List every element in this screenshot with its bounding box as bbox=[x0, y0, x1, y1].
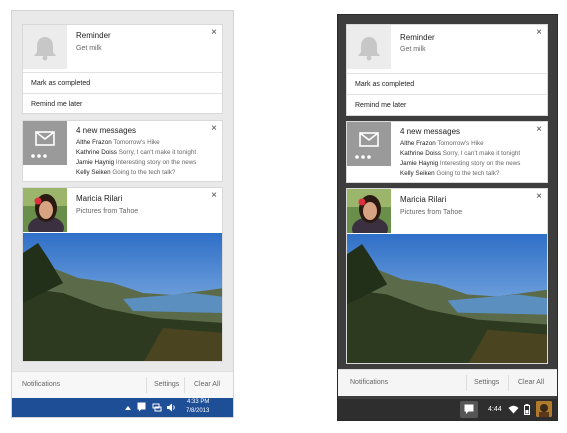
settings-button[interactable]: Settings bbox=[154, 381, 179, 388]
settings-button[interactable]: Settings bbox=[474, 379, 499, 386]
notification-stack: Reminder Get milk × Mark as completed Re… bbox=[338, 15, 557, 420]
notification-bubble-icon bbox=[464, 404, 474, 414]
message-line: Althe Frazon Tomorrow's Hike bbox=[400, 140, 484, 147]
remind-later-button[interactable]: Remind me later bbox=[23, 93, 222, 114]
close-icon[interactable]: × bbox=[211, 27, 217, 38]
message-center-button[interactable] bbox=[460, 401, 478, 418]
divider bbox=[466, 375, 467, 391]
landscape-photo[interactable] bbox=[23, 233, 222, 361]
message-line: Kathrine Doiss Sorry, I can't make it to… bbox=[400, 150, 521, 157]
windows-taskbar: 4:33 PM 7/8/2013 bbox=[12, 398, 233, 417]
photo-notification[interactable]: Maricia Rilari Pictures from Tahoe × bbox=[22, 187, 223, 362]
clear-all-button[interactable]: Clear All bbox=[194, 381, 220, 388]
bell-icon bbox=[23, 25, 67, 69]
photo-body: Pictures from Tahoe bbox=[400, 209, 463, 216]
volume-icon[interactable] bbox=[166, 403, 176, 412]
taskbar-time[interactable]: 4:33 PM bbox=[187, 399, 209, 405]
mark-completed-button[interactable]: Mark as completed bbox=[347, 73, 547, 94]
notification-center-icon[interactable] bbox=[137, 402, 146, 412]
chevron-up-icon[interactable] bbox=[124, 404, 132, 411]
close-icon[interactable]: × bbox=[211, 190, 217, 201]
close-icon[interactable]: × bbox=[536, 191, 542, 202]
landscape-photo[interactable] bbox=[347, 234, 547, 363]
reminder-body: Get milk bbox=[76, 45, 102, 52]
divider bbox=[184, 377, 185, 393]
messages-notification[interactable]: 4 new messages × Althe Frazon Tomorrow's… bbox=[22, 120, 223, 182]
messages-title: 4 new messages bbox=[76, 126, 137, 135]
message-line: Althe Frazon Tomorrow's Hike bbox=[76, 139, 160, 146]
user-avatar-icon[interactable] bbox=[536, 401, 552, 417]
chromeos-shelf: 4:44 bbox=[338, 399, 557, 420]
shelf-time[interactable]: 4:44 bbox=[488, 406, 502, 413]
message-line: Jamie Haynig Interesting story on the ne… bbox=[76, 159, 197, 166]
mark-completed-button[interactable]: Mark as completed bbox=[23, 72, 222, 93]
reminder-title: Reminder bbox=[76, 31, 111, 40]
message-line: Kelly Seiken Going to the tech talk? bbox=[400, 170, 500, 177]
messages-title: 4 new messages bbox=[400, 127, 461, 136]
reminder-notification[interactable]: Reminder Get milk × Mark as completed Re… bbox=[22, 24, 223, 114]
wifi-icon[interactable] bbox=[508, 405, 519, 414]
messages-notification[interactable]: 4 new messages × Althe Frazon Tomorrow's… bbox=[346, 121, 548, 183]
network-icon[interactable] bbox=[152, 403, 162, 412]
reminder-notification[interactable]: Reminder Get milk × Mark as completed Re… bbox=[346, 24, 548, 116]
chromeos-message-center: Reminder Get milk × Mark as completed Re… bbox=[337, 14, 558, 421]
notifications-label: Notifications bbox=[22, 381, 61, 388]
photo-body: Pictures from Tahoe bbox=[76, 208, 139, 215]
mail-icon bbox=[23, 121, 67, 165]
remind-later-button[interactable]: Remind me later bbox=[347, 94, 547, 115]
message-line: Kelly Seiken Going to the tech talk? bbox=[76, 169, 176, 176]
close-icon[interactable]: × bbox=[211, 123, 217, 134]
photo-title: Maricia Rilari bbox=[76, 194, 123, 203]
reminder-title: Reminder bbox=[400, 33, 435, 42]
bell-icon bbox=[347, 25, 391, 69]
avatar bbox=[23, 188, 67, 232]
divider bbox=[508, 375, 509, 391]
mail-icon bbox=[347, 122, 391, 166]
photo-notification[interactable]: Maricia Rilari Pictures from Tahoe × bbox=[346, 188, 548, 364]
message-line: Kathrine Doiss Sorry, I can't make it to… bbox=[76, 149, 197, 156]
message-line: Jamie Haynig Interesting story on the ne… bbox=[400, 160, 521, 167]
divider bbox=[146, 377, 147, 393]
taskbar-date[interactable]: 7/8/2013 bbox=[186, 408, 209, 414]
close-icon[interactable]: × bbox=[536, 27, 542, 38]
reminder-body: Get milk bbox=[400, 46, 426, 53]
close-icon[interactable]: × bbox=[536, 124, 542, 135]
battery-icon[interactable] bbox=[524, 404, 530, 415]
notification-stack: Reminder Get milk × Mark as completed Re… bbox=[12, 11, 233, 417]
notification-footer: Notifications Settings Clear All bbox=[12, 371, 233, 398]
clear-all-button[interactable]: Clear All bbox=[518, 379, 544, 386]
notifications-label: Notifications bbox=[350, 379, 389, 386]
photo-title: Maricia Rilari bbox=[400, 195, 447, 204]
notification-footer: Notifications Settings Clear All bbox=[338, 369, 557, 396]
windows-notification-center: Reminder Get milk × Mark as completed Re… bbox=[11, 10, 234, 418]
avatar bbox=[347, 189, 391, 233]
